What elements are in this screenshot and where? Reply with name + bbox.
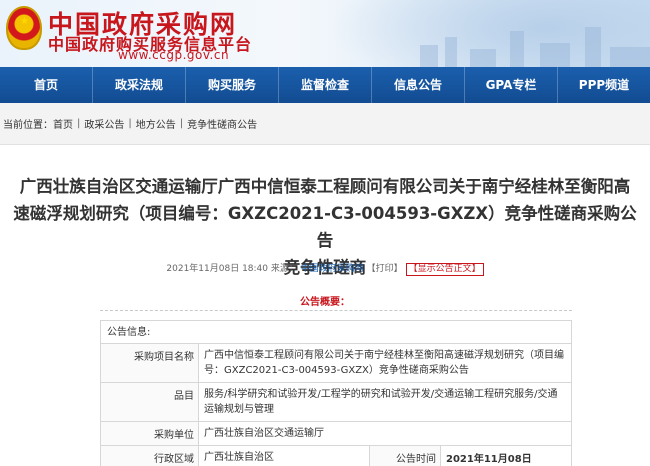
main-nav: 首页 政采法规 购买服务 监督检查 信息公告 GPA专栏 PPP频道	[0, 67, 650, 103]
breadcrumb-home[interactable]: 首页	[53, 116, 73, 131]
row-label: 品目	[101, 383, 199, 421]
site-header-banner: ★ 中国政府采购网 中国政府购买服务信息平台 www.ccgp.gov.cn	[0, 0, 650, 67]
info-table-header: 公告信息:	[101, 321, 571, 344]
row-value: 广西中信恒泰工程顾问有限公司关于南宁经桂林至衡阳高速磁浮规划研究（项目编号：GX…	[204, 350, 564, 376]
banner-building	[510, 31, 524, 67]
table-row: 品目 服务/科学研究和试验开发/工程学的研究和试验开发/交通运输工程研究服务/交…	[101, 383, 571, 422]
national-emblem-icon[interactable]: ★	[6, 6, 42, 50]
table-row: 行政区域 广西壮族自治区 公告时间 2021年11月08日 18:40	[101, 446, 571, 466]
table-row: 采购单位 广西壮族自治区交通运输厅	[101, 422, 571, 446]
row-value: 广西壮族自治区交通运输厅	[204, 428, 324, 439]
table-row: 采购项目名称 广西中信恒泰工程顾问有限公司关于南宁经桂林至衡阳高速磁浮规划研究（…	[101, 344, 571, 383]
breadcrumb-procurement-notices[interactable]: 政采公告	[84, 116, 124, 131]
source-link[interactable]: 中国政府采购网	[301, 264, 364, 274]
row-label: 采购项目名称	[101, 344, 199, 382]
row-label: 采购单位	[101, 422, 199, 445]
breadcrumb: 当前位置： 首页 | 政采公告 | 地方公告 | 竞争性磋商公告	[0, 103, 650, 145]
row-label: 行政区域	[101, 446, 199, 466]
row-value: 服务/科学研究和试验开发/工程学的研究和试验开发/交通运输工程研究服务/交通运输…	[204, 389, 558, 415]
breadcrumb-separator: |	[179, 118, 184, 129]
nav-item-regulations[interactable]: 政采法规	[93, 67, 186, 103]
source-label: 来源：	[270, 264, 298, 274]
nav-item-announcements[interactable]: 信息公告	[372, 67, 465, 103]
nav-item-home[interactable]: 首页	[0, 67, 93, 103]
summary-label: 公告概要：	[300, 297, 350, 308]
banner-building	[445, 37, 457, 67]
banner-building	[585, 27, 601, 67]
banner-building	[610, 47, 650, 67]
row-value: 广西壮族自治区	[204, 452, 274, 463]
breadcrumb-separator: |	[77, 118, 81, 129]
site-url: www.ccgp.gov.cn	[118, 48, 230, 62]
breadcrumb-prefix: 当前位置：	[3, 120, 53, 131]
divider	[100, 310, 572, 311]
row-label: 公告时间	[369, 446, 441, 466]
article-meta: 2021年11月08日 18:40 来源： 中国政府采购网 【打印】 【显示公告…	[0, 261, 650, 276]
nav-item-purchase-services[interactable]: 购买服务	[186, 67, 279, 103]
banner-building	[470, 49, 496, 67]
title-line: 广西壮族自治区交通运输厅广西中信恒泰工程顾问有限公司关于南宁经桂林至衡阳高	[19, 177, 631, 196]
row-value: 2021年11月08日 18:40	[446, 454, 532, 466]
breadcrumb-local-notices[interactable]: 地方公告	[136, 116, 176, 131]
show-full-text-button[interactable]: 【显示公告正文】	[405, 263, 484, 276]
nav-item-supervision[interactable]: 监督检查	[279, 67, 372, 103]
nav-item-ppp[interactable]: PPP频道	[558, 67, 650, 103]
breadcrumb-separator: |	[128, 118, 132, 129]
banner-building	[420, 45, 438, 67]
breadcrumb-competitive-consultation[interactable]: 竞争性磋商公告	[187, 116, 257, 131]
info-table: 公告信息: 采购项目名称 广西中信恒泰工程顾问有限公司关于南宁经桂林至衡阳高速磁…	[100, 320, 572, 466]
print-link[interactable]: 【打印】	[367, 264, 403, 274]
nav-item-gpa[interactable]: GPA专栏	[465, 67, 558, 103]
banner-building	[540, 43, 570, 67]
publish-date: 2021年11月08日 18:40	[166, 264, 269, 274]
article-content: 广西壮族自治区交通运输厅广西中信恒泰工程顾问有限公司关于南宁经桂林至衡阳高 速磁…	[0, 145, 650, 466]
title-line: 速磁浮规划研究（项目编号：GXZC2021-C3-004593-GXZX）竞争性…	[13, 204, 637, 250]
